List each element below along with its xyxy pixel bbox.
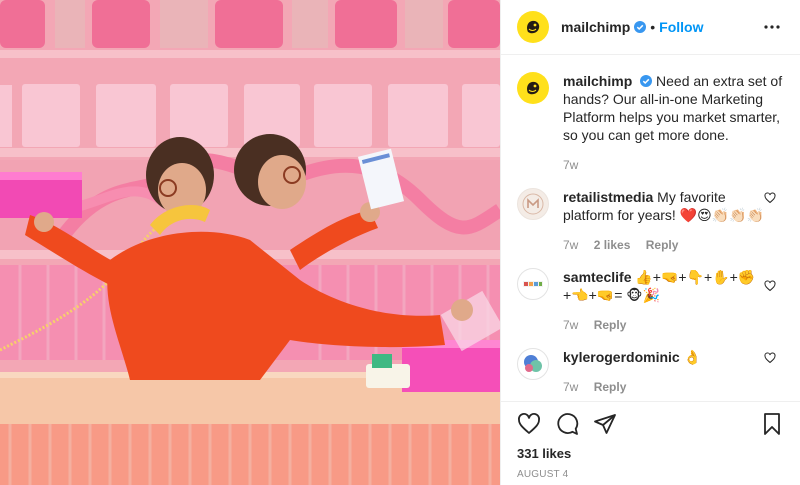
post-side-panel: mailchimp • Follow mailchimp Need an ext… (500, 0, 800, 485)
avatar[interactable] (517, 11, 549, 43)
comment-item: samteclife 👍+🤜+👇+✋+✊+👈+🤜= 🐵🎉 7w Reply (501, 268, 800, 334)
comment-like-heart-icon[interactable] (764, 352, 776, 364)
post-photo[interactable] (0, 0, 500, 485)
heart-icon[interactable] (517, 412, 541, 436)
comment-item: retailistmedia My favorite platform for … (501, 188, 800, 254)
comment-item: kylerogerdominic 👌 7w Reply (501, 348, 800, 396)
caption-meta: 7w (563, 156, 783, 174)
action-icons (501, 402, 800, 446)
photo-illustration (0, 0, 500, 485)
post-header: mailchimp • Follow (501, 0, 800, 55)
post-author-username[interactable]: mailchimp (561, 19, 630, 35)
comment-meta: 7w Reply (563, 378, 773, 396)
comment-timestamp[interactable]: 7w (563, 318, 578, 332)
reply-button[interactable]: Reply (594, 380, 627, 394)
follow-button[interactable]: Follow (659, 19, 703, 35)
caption-avatar[interactable] (517, 72, 549, 104)
retailistmedia-logo-icon (522, 193, 544, 215)
caption-timestamp[interactable]: 7w (563, 158, 578, 172)
reply-button[interactable]: Reply (646, 238, 679, 252)
caption-username[interactable]: mailchimp (563, 73, 632, 89)
post-caption: mailchimp Need an extra set of hands? Ou… (501, 56, 800, 174)
comment-body: retailistmedia My favorite platform for … (563, 188, 773, 254)
comment-username[interactable]: retailistmedia (563, 189, 653, 205)
likes-count[interactable]: 331 likes (501, 446, 800, 461)
verified-badge-icon (640, 75, 653, 87)
comments-list[interactable]: mailchimp Need an extra set of hands? Ou… (501, 56, 800, 401)
paper-plane-icon[interactable] (593, 412, 617, 436)
instagram-post: mailchimp • Follow mailchimp Need an ext… (0, 0, 800, 485)
comment-likes-count[interactable]: 2 likes (594, 238, 631, 252)
bookmark-icon[interactable] (760, 412, 784, 436)
reply-button[interactable]: Reply (594, 318, 627, 332)
mailchimp-logo-icon (520, 14, 546, 40)
header-separator: • (650, 19, 656, 35)
comment-username[interactable]: samteclife (563, 269, 631, 285)
comment-text: 👌 (683, 349, 702, 365)
samteclife-logo-icon (523, 281, 543, 287)
comment-username[interactable]: kylerogerdominic (563, 349, 680, 365)
comment-body: samteclife 👍+🤜+👇+✋+✊+👈+🤜= 🐵🎉 7w Reply (563, 268, 773, 334)
commenter-avatar[interactable] (517, 268, 549, 300)
comment-timestamp[interactable]: 7w (563, 238, 578, 252)
post-date[interactable]: AUGUST 4 (501, 469, 800, 480)
comment-timestamp[interactable]: 7w (563, 380, 578, 394)
commenter-avatar[interactable] (517, 348, 549, 380)
comment-meta: 7w Reply (563, 316, 773, 334)
caption-body: mailchimp Need an extra set of hands? Ou… (563, 72, 783, 174)
more-options-icon[interactable] (760, 15, 784, 39)
kylerogerdominic-avatar-icon (524, 355, 542, 372)
comment-like-heart-icon[interactable] (764, 192, 776, 204)
commenter-avatar[interactable] (517, 188, 549, 220)
comment-meta: 7w 2 likes Reply (563, 236, 773, 254)
verified-badge-icon (634, 21, 647, 33)
comment-body: kylerogerdominic 👌 7w Reply (563, 348, 773, 396)
comment-like-heart-icon[interactable] (764, 280, 776, 292)
post-actions: 331 likes AUGUST 4 (501, 401, 800, 480)
mailchimp-logo-icon (520, 75, 546, 101)
comment-icon[interactable] (555, 412, 579, 436)
